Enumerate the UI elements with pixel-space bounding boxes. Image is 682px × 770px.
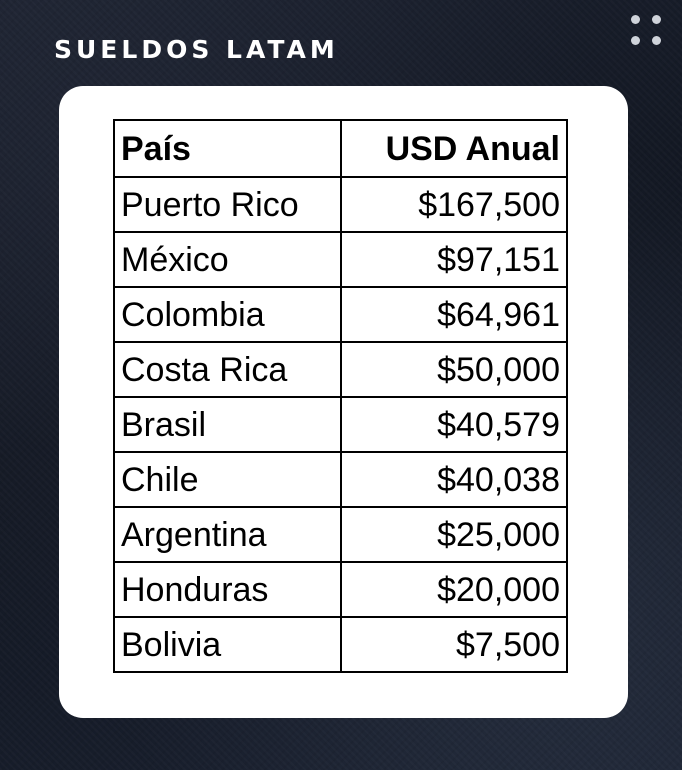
column-header-country: País	[113, 119, 342, 178]
table-row: Argentina $25,000	[113, 506, 568, 563]
table-row: Honduras $20,000	[113, 561, 568, 618]
country-cell: Honduras	[113, 561, 342, 618]
table-row: Costa Rica $50,000	[113, 341, 568, 398]
salary-table: País USD Anual Puerto Rico $167,500 Méxi…	[113, 119, 568, 673]
usd-cell: $64,961	[340, 286, 568, 343]
usd-cell: $40,579	[340, 396, 568, 453]
country-cell: Puerto Rico	[113, 176, 342, 233]
column-header-usd: USD Anual	[340, 119, 568, 178]
dot	[652, 36, 661, 45]
dot	[652, 15, 661, 24]
usd-cell: $25,000	[340, 506, 568, 563]
table-header-row: País USD Anual	[113, 119, 568, 178]
table-row: Colombia $64,961	[113, 286, 568, 343]
country-cell: Costa Rica	[113, 341, 342, 398]
table-row: Bolivia $7,500	[113, 616, 568, 673]
country-cell: Argentina	[113, 506, 342, 563]
dot	[631, 15, 640, 24]
table-row: México $97,151	[113, 231, 568, 288]
usd-cell: $7,500	[340, 616, 568, 673]
dots-grid-icon	[628, 12, 668, 52]
dot	[631, 36, 640, 45]
table-row: Puerto Rico $167,500	[113, 176, 568, 233]
usd-cell: $50,000	[340, 341, 568, 398]
country-cell: Chile	[113, 451, 342, 508]
country-cell: Colombia	[113, 286, 342, 343]
country-cell: Bolivia	[113, 616, 342, 673]
table-card: País USD Anual Puerto Rico $167,500 Méxi…	[59, 86, 628, 718]
page-title: SUELDOS LATAM	[54, 35, 339, 64]
country-cell: México	[113, 231, 342, 288]
usd-cell: $40,038	[340, 451, 568, 508]
table-row: Brasil $40,579	[113, 396, 568, 453]
table-row: Chile $40,038	[113, 451, 568, 508]
usd-cell: $167,500	[340, 176, 568, 233]
usd-cell: $20,000	[340, 561, 568, 618]
country-cell: Brasil	[113, 396, 342, 453]
usd-cell: $97,151	[340, 231, 568, 288]
